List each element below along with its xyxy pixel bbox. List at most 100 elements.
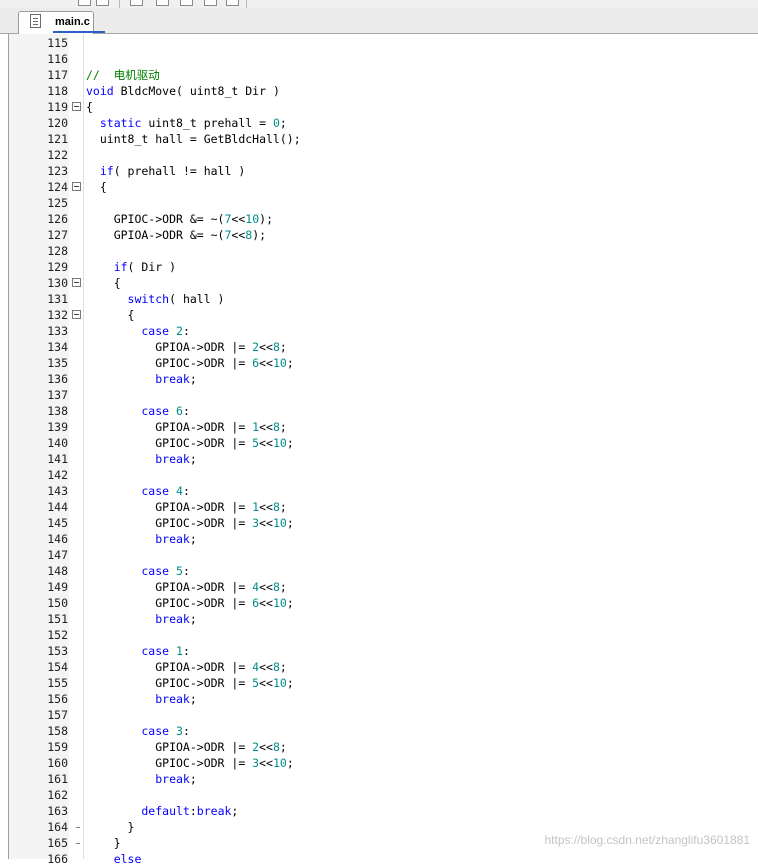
code-token: << — [259, 516, 273, 530]
code-line[interactable]: 158 case 3: — [0, 723, 758, 739]
code-line[interactable]: 146 break; — [0, 531, 758, 547]
code-line[interactable]: 161 break; — [0, 771, 758, 787]
keyword-token: static — [86, 116, 142, 130]
code-line[interactable]: 163 default:break; — [0, 803, 758, 819]
code-line[interactable]: 138 case 6: — [0, 403, 758, 419]
line-number: 158 — [47, 724, 68, 738]
editor-tab-bar: main.c — [0, 8, 758, 34]
toolbar-button[interactable] — [180, 0, 193, 6]
code-token: ; — [189, 772, 197, 786]
toolbar-button[interactable] — [226, 0, 239, 6]
code-line[interactable]: 149 GPIOA->ODR |= 4<<8; — [0, 579, 758, 595]
code-token: GPIOA->ODR |= — [86, 340, 253, 354]
code-line[interactable]: 166 else — [0, 851, 758, 867]
tab-label: main.c — [55, 16, 90, 28]
code-token: } — [86, 820, 135, 834]
code-line[interactable]: 128 — [0, 243, 758, 259]
fold-collapse-icon[interactable] — [72, 278, 81, 287]
code-line[interactable]: 154 GPIOA->ODR |= 4<<8; — [0, 659, 758, 675]
code-line[interactable]: 153 case 1: — [0, 643, 758, 659]
line-number: 148 — [47, 564, 68, 578]
toolbar-button[interactable] — [204, 0, 217, 6]
code-line[interactable]: 136 break; — [0, 371, 758, 387]
active-tab-underline — [53, 31, 105, 33]
code-line[interactable]: 160 GPIOC->ODR |= 3<<10; — [0, 755, 758, 771]
code-line[interactable]: 142 — [0, 467, 758, 483]
code-token: { — [86, 180, 107, 194]
number-token: 8 — [272, 500, 280, 514]
code-line[interactable]: 135 GPIOC->ODR |= 6<<10; — [0, 355, 758, 371]
keyword-token: case — [86, 564, 170, 578]
toolbar-button[interactable] — [78, 0, 91, 6]
code-line[interactable]: 140 GPIOC->ODR |= 5<<10; — [0, 435, 758, 451]
line-number: 145 — [47, 516, 68, 530]
code-token: << — [231, 228, 246, 242]
code-line[interactable]: 117 // 电机驱动 — [0, 67, 758, 83]
code-token: << — [259, 596, 273, 610]
code-line[interactable]: 151 break; — [0, 611, 758, 627]
code-line[interactable]: 159 GPIOA->ODR |= 2<<8; — [0, 739, 758, 755]
code-line[interactable]: 121 uint8_t hall = GetBldcHall(); — [0, 131, 758, 147]
toolbar-button[interactable] — [96, 0, 109, 6]
line-number: 164 — [47, 820, 68, 834]
code-line[interactable]: 152 — [0, 627, 758, 643]
toolbar-button[interactable] — [130, 0, 143, 6]
code-line[interactable]: 148 case 5: — [0, 563, 758, 579]
code-line[interactable]: 143 case 4: — [0, 483, 758, 499]
keyword-token: break — [86, 452, 190, 466]
fold-collapse-icon[interactable] — [72, 182, 81, 191]
code-editor[interactable]: 115 116 117 // 电机驱动 118 void BldcMove( uint8_… — [0, 35, 758, 866]
code-line[interactable]: 129 if( Dir ) — [0, 259, 758, 275]
line-number: 143 — [47, 484, 68, 498]
code-line[interactable]: 157 — [0, 707, 758, 723]
code-line[interactable]: 133 case 2: — [0, 323, 758, 339]
code-line[interactable]: 141 break; — [0, 451, 758, 467]
line-number: 123 — [47, 164, 68, 178]
line-code: GPIOA->ODR |= 2<<8; — [86, 739, 287, 755]
fold-collapse-icon[interactable] — [72, 102, 81, 111]
code-line[interactable]: 156 break; — [0, 691, 758, 707]
code-line[interactable]: 145 GPIOC->ODR |= 3<<10; — [0, 515, 758, 531]
code-token: ; — [231, 804, 239, 818]
line-code: if( Dir ) — [86, 259, 176, 275]
code-line[interactable]: 130 { — [0, 275, 758, 291]
keyword-token: void — [86, 84, 114, 98]
code-line[interactable]: 119 { — [0, 99, 758, 115]
code-line[interactable]: 118 void BldcMove( uint8_t Dir ) — [0, 83, 758, 99]
tab-main-c[interactable]: main.c — [18, 11, 105, 34]
code-line[interactable]: 127 GPIOA->ODR &= ~(7<<8); — [0, 227, 758, 243]
line-number: 135 — [47, 356, 68, 370]
code-line[interactable]: 150 GPIOC->ODR |= 6<<10; — [0, 595, 758, 611]
line-number: 160 — [47, 756, 68, 770]
toolbar-button[interactable] — [156, 0, 169, 6]
keyword-token: break — [196, 804, 232, 818]
code-line[interactable]: 162 — [0, 787, 758, 803]
line-number: 118 — [47, 84, 68, 98]
code-line[interactable]: 116 — [0, 51, 758, 67]
code-line[interactable]: 139 GPIOA->ODR |= 1<<8; — [0, 419, 758, 435]
number-token: 8 — [272, 340, 280, 354]
code-line[interactable]: 137 — [0, 387, 758, 403]
code-line[interactable]: 125 — [0, 195, 758, 211]
code-line[interactable]: 147 — [0, 547, 758, 563]
fold-collapse-icon[interactable] — [72, 310, 81, 319]
keyword-token: else — [86, 852, 142, 866]
code-line[interactable]: 115 — [0, 35, 758, 51]
code-line[interactable]: 124 { — [0, 179, 758, 195]
code-line[interactable]: 155 GPIOC->ODR |= 5<<10; — [0, 675, 758, 691]
code-token: ; — [286, 356, 294, 370]
code-line[interactable]: 134 GPIOA->ODR |= 2<<8; — [0, 339, 758, 355]
code-line[interactable]: 120 static uint8_t prehall = 0; — [0, 115, 758, 131]
code-line[interactable]: 132 { — [0, 307, 758, 323]
code-token: GPIOC->ODR |= — [86, 516, 253, 530]
code-line[interactable]: 122 — [0, 147, 758, 163]
code-line[interactable]: 126 GPIOC->ODR &= ~(7<<10); — [0, 211, 758, 227]
code-line[interactable]: 131 switch( hall ) — [0, 291, 758, 307]
line-number: 117 — [47, 68, 68, 82]
code-line[interactable]: 123 if( prehall != hall ) — [0, 163, 758, 179]
line-number: 136 — [47, 372, 68, 386]
c-source-file-icon — [30, 14, 41, 28]
code-token: ; — [286, 596, 294, 610]
code-line[interactable]: 144 GPIOA->ODR |= 1<<8; — [0, 499, 758, 515]
